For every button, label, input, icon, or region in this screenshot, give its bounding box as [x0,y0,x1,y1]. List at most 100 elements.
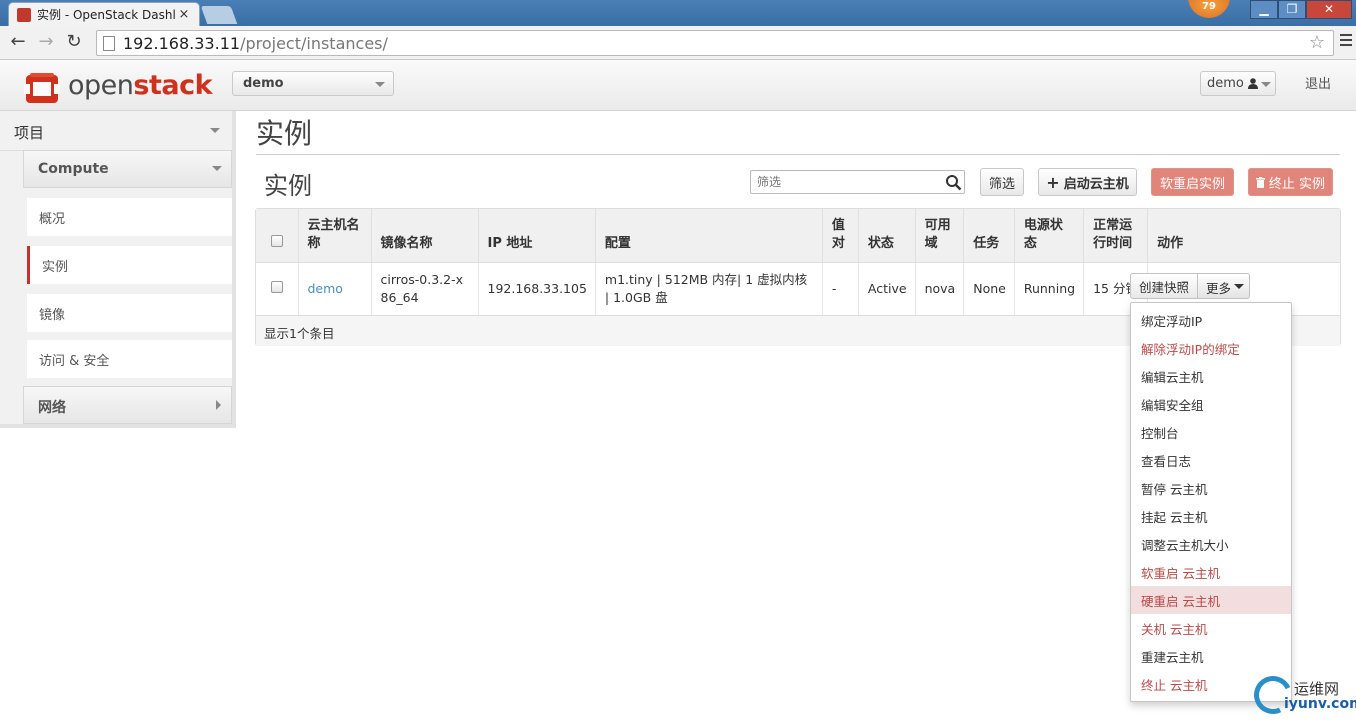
sidebar-compute-label: Compute [38,161,109,177]
column-header-power[interactable]: 电源状态 [1014,209,1085,263]
project-selector-label: demo [243,76,284,91]
minimize-button[interactable]: ▁ [1250,0,1278,19]
sidebar-item-access-security[interactable]: 访问 & 安全 [27,340,232,378]
column-header-name[interactable]: 云主机名称 [298,209,372,263]
filter-button[interactable]: 筛选 [980,168,1024,196]
browser-tab[interactable]: 实例 - OpenStack Dashl × [8,2,200,26]
more-actions-button[interactable]: 更多 [1197,273,1250,299]
sidebar-project-header[interactable]: 项目 [0,111,232,151]
table-section-title: 实例 [264,172,312,200]
column-header-uptime[interactable]: 正常运行时间 [1083,209,1149,263]
reload-icon[interactable]: ↻ [64,32,84,52]
caret-down-icon [1234,284,1244,289]
openstack-logo-icon[interactable] [24,71,60,105]
column-header-task[interactable]: 任务 [963,209,1015,263]
filter-input[interactable] [750,170,965,194]
sidebar-project-label: 项目 [14,124,45,142]
window-controls: ▁ ❐ ✕ [1250,0,1352,19]
browser-toolbar: ← → ↻ 192.168.33.11/project/instances/ ☆ [0,26,1356,60]
cell-keypair: - [822,262,859,316]
watermark-logo-icon [1248,670,1298,720]
terminate-instances-button[interactable]: 终止 实例 [1248,168,1333,196]
menu-item-shutoff[interactable]: 关机 云主机 [1131,614,1291,642]
menu-item-suspend-instance[interactable]: 挂起 云主机 [1131,502,1291,530]
cell-ip: 192.168.33.105 [478,262,596,316]
soft-reboot-instances-button[interactable]: 软重启实例 [1151,168,1234,196]
menu-item-disassociate-floating-ip[interactable]: 解除浮动IP的绑定 [1131,334,1291,362]
bookmark-star-icon[interactable]: ☆ [1309,32,1325,53]
sidebar-network-label: 网络 [38,400,66,416]
column-header-ip[interactable]: IP 地址 [478,209,596,263]
menu-item-console[interactable]: 控制台 [1131,418,1291,446]
menu-item-rebuild[interactable]: 重建云主机 [1131,642,1291,670]
menu-item-hard-reboot[interactable]: 硬重启 云主机 [1131,586,1291,614]
cell-flavor: m1.tiny | 512MB 内存| 1 虚拟内核 | 1.0GB 盘 [595,262,823,316]
browser-tab-title: 实例 - OpenStack Dashl [37,8,176,22]
openstack-logo-text[interactable]: openstack [68,70,213,101]
instance-actions-menu: 绑定浮动IP 解除浮动IP的绑定 编辑云主机 编辑安全组 控制台 查看日志 暂停… [1130,302,1292,702]
user-menu-label: demo [1207,76,1244,91]
sidebar-network-header[interactable]: 网络 [23,386,232,424]
cell-zone: nova [915,262,965,316]
logo-text-stack: stack [133,70,213,101]
page-title: 实例 [256,117,313,150]
maximize-button[interactable]: ❐ [1278,0,1306,19]
column-header-status[interactable]: 状态 [858,209,916,263]
sidebar-item-images[interactable]: 镜像 [27,294,232,332]
menu-item-edit-instance[interactable]: 编辑云主机 [1131,362,1291,390]
menu-item-resize-instance[interactable]: 调整云主机大小 [1131,530,1291,558]
create-snapshot-button[interactable]: 创建快照 [1130,273,1198,299]
title-divider [256,154,1340,155]
cell-status: Active [858,262,916,316]
chevron-down-icon [210,128,220,133]
sidebar-compute-header[interactable]: Compute [23,150,232,188]
site-watermark: 运维网 iyunv.com [1248,670,1356,720]
menu-item-associate-floating-ip[interactable]: 绑定浮动IP [1131,306,1291,334]
tab-close-icon[interactable]: × [177,7,191,22]
column-header-flavor[interactable]: 配置 [595,209,823,263]
instances-table: 云主机名称 镜像名称 IP 地址 配置 值对 状态 可用域 任务 电源状态 正常… [256,209,1340,316]
row-checkbox[interactable] [271,281,284,293]
column-header-image[interactable]: 镜像名称 [371,209,479,263]
new-tab-button[interactable] [200,6,238,24]
search-icon[interactable] [945,174,962,191]
menu-item-pause-instance[interactable]: 暂停 云主机 [1131,474,1291,502]
trash-icon [1255,176,1265,188]
cell-power: Running [1014,262,1085,316]
terminate-instances-label: 终止 实例 [1268,176,1326,192]
more-actions-label: 更多 [1206,281,1232,296]
launch-instance-button[interactable]: + 启动云主机 [1038,168,1137,196]
header-select-all[interactable] [256,209,299,263]
column-header-keypair[interactable]: 值对 [822,209,859,263]
plus-icon: + [1046,172,1060,192]
menu-item-soft-reboot[interactable]: 软重启 云主机 [1131,558,1291,586]
row-select-cell[interactable] [256,262,299,316]
user-menu[interactable]: demo [1200,71,1276,96]
openstack-favicon-icon [17,7,31,22]
cell-image: cirros-0.3.2-x86_64 [371,262,479,316]
launch-instance-label: 启动云主机 [1063,176,1129,192]
sidebar-item-overview[interactable]: 概况 [27,198,232,236]
logo-text-open: open [68,70,134,101]
project-selector[interactable]: demo [232,71,394,96]
logout-link[interactable]: 退出 [1305,73,1331,92]
forward-arrow-icon[interactable]: → [36,32,56,52]
sidebar-item-instances[interactable]: 实例 [27,246,232,284]
menu-item-edit-security-groups[interactable]: 编辑安全组 [1131,390,1291,418]
close-window-button[interactable]: ✕ [1306,0,1352,19]
watermark-domain: iyunv.com [1284,696,1356,712]
instance-name-link[interactable]: demo [308,281,343,296]
page-icon [103,35,115,51]
sidebar: 项目 Compute 概况 实例 镜像 访问 & 安全 网络 [0,111,236,428]
notification-badge[interactable]: 79 [1188,0,1230,18]
back-arrow-icon[interactable]: ← [8,32,28,52]
cell-name: demo [298,262,372,316]
menu-item-view-log[interactable]: 查看日志 [1131,446,1291,474]
column-header-zone[interactable]: 可用域 [915,209,965,263]
address-bar[interactable]: 192.168.33.11/project/instances/ ☆ [96,30,1334,56]
select-all-checkbox[interactable] [271,235,284,247]
browser-tab-strip: 实例 - OpenStack Dashl × 79 ▁ ❐ ✕ [0,0,1356,26]
browser-menu-icon[interactable] [1340,34,1352,49]
chevron-down-icon [375,82,385,87]
table-header-row: 云主机名称 镜像名称 IP 地址 配置 值对 状态 可用域 任务 电源状态 正常… [256,209,1340,263]
